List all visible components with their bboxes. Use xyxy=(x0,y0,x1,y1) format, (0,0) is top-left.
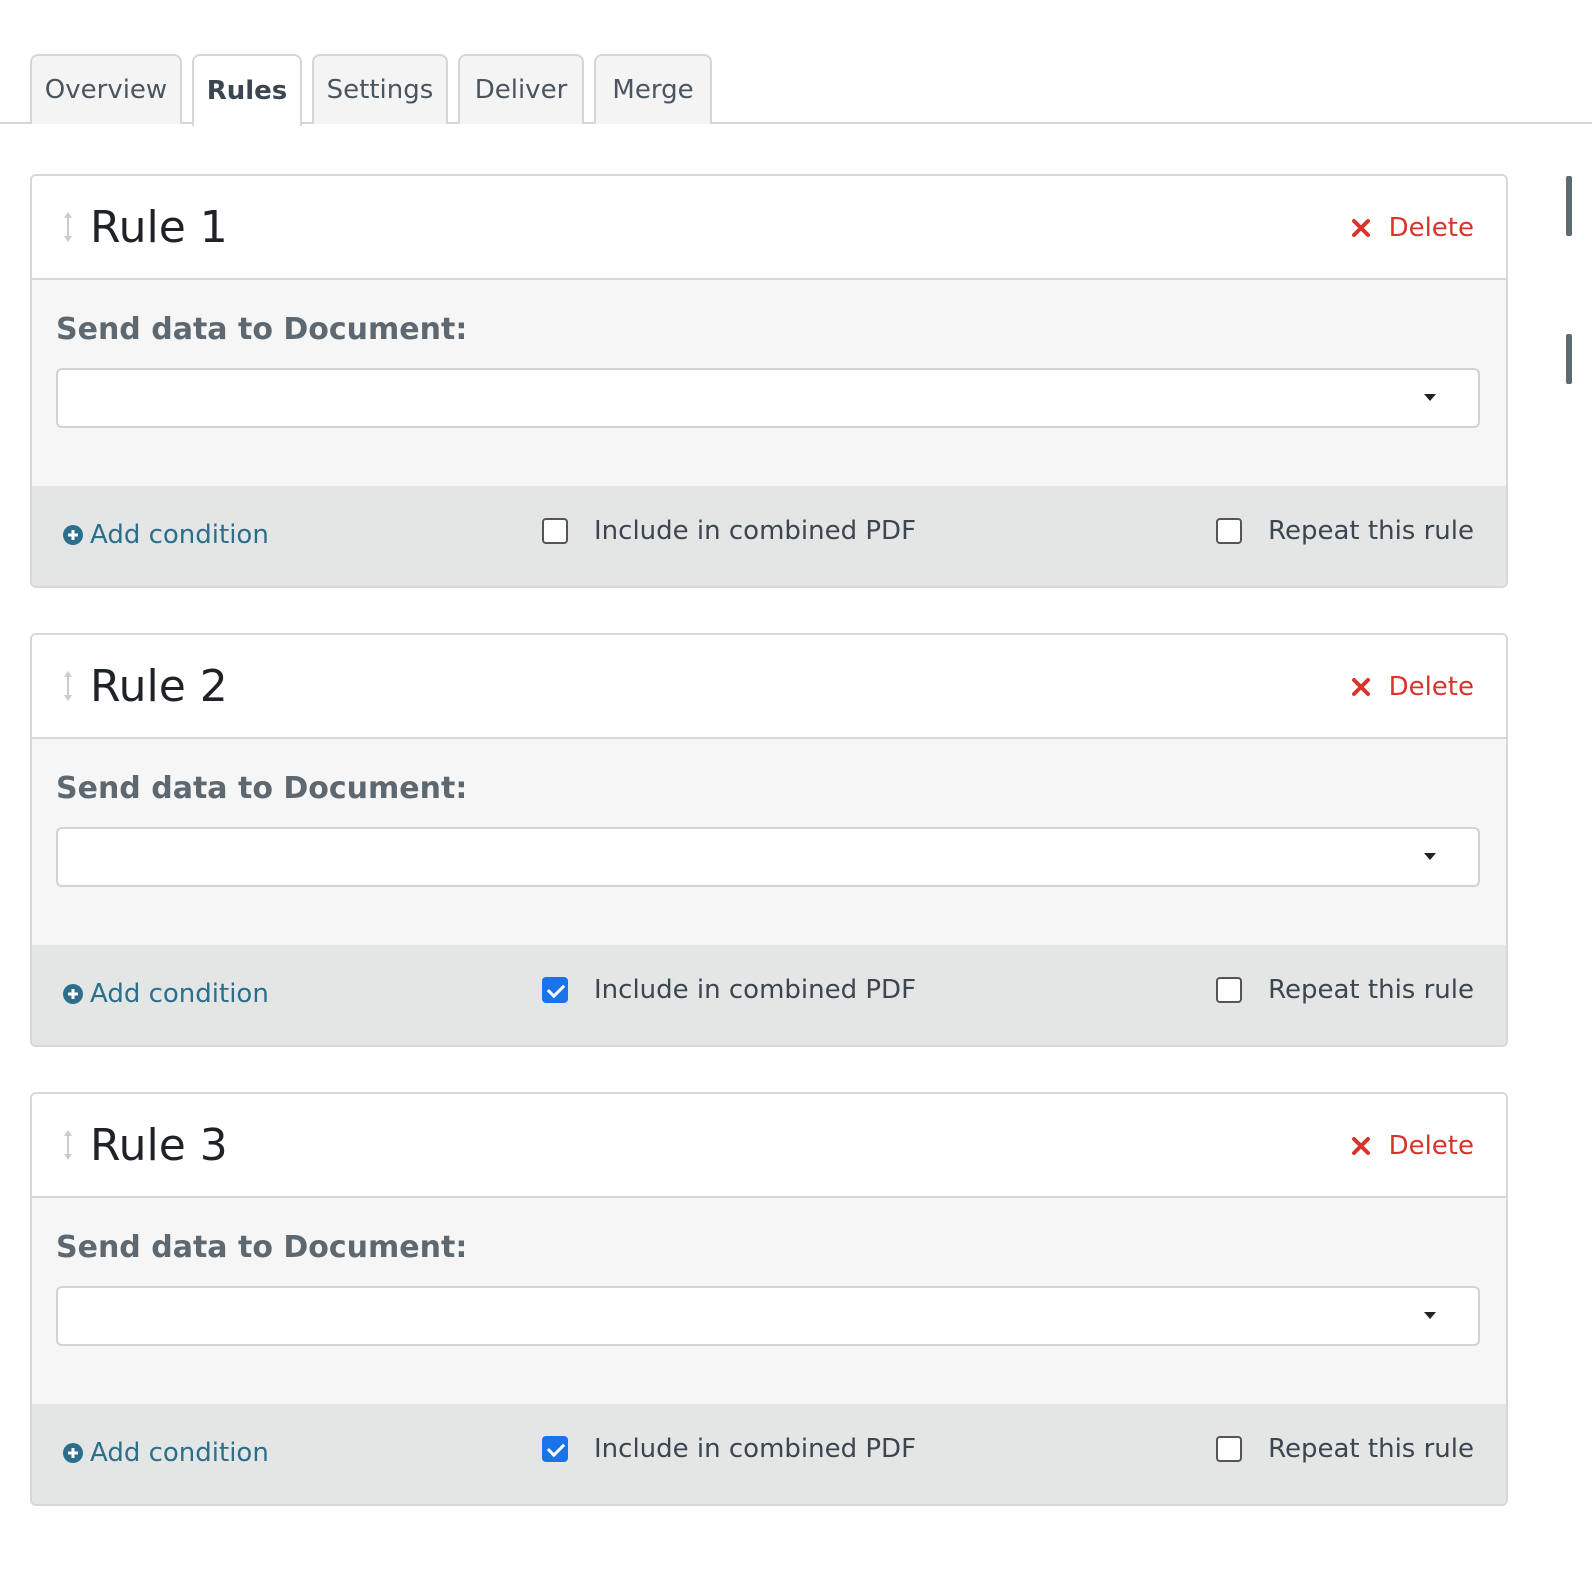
plus-circle-icon xyxy=(63,1443,83,1463)
document-field-label: Send data to Document: xyxy=(56,771,468,806)
include-pdf-label: Include in combined PDF xyxy=(594,1434,917,1464)
rule-header: Rule 2 Delete xyxy=(32,635,1506,739)
document-select[interactable] xyxy=(56,827,1480,887)
tab-rules[interactable]: Rules xyxy=(192,54,302,126)
rule-footer: Add condition Include in combined PDF Re… xyxy=(32,945,1506,1045)
tab-settings[interactable]: Settings xyxy=(312,54,448,124)
close-icon xyxy=(1351,1137,1370,1155)
include-pdf-checkbox[interactable] xyxy=(542,518,568,544)
rule-footer: Add condition Include in combined PDF Re… xyxy=(32,1404,1506,1504)
delete-label: Delete xyxy=(1388,672,1474,702)
repeat-rule-checkbox[interactable] xyxy=(1216,1436,1243,1462)
rule-card-2: Rule 2 Delete Send data to Document: Add… xyxy=(30,633,1508,1047)
rule-title: Rule 1 xyxy=(90,202,228,253)
drag-handle-icon[interactable] xyxy=(58,1128,78,1162)
add-condition-label: Add condition xyxy=(90,979,269,1009)
repeat-rule-checkbox[interactable] xyxy=(1216,518,1243,544)
rule-card-3: Rule 3 Delete Send data to Document: Add… xyxy=(30,1092,1508,1506)
document-field-label: Send data to Document: xyxy=(56,1230,468,1265)
delete-label: Delete xyxy=(1388,213,1474,243)
rule-body: Send data to Document: xyxy=(32,739,1506,945)
caret-down-icon xyxy=(1424,853,1436,860)
side-panel-fragment xyxy=(1566,176,1572,236)
tab-overview[interactable]: Overview xyxy=(30,54,182,124)
include-pdf-toggle[interactable]: Include in combined PDF xyxy=(542,975,916,1005)
tab-merge[interactable]: Merge xyxy=(594,54,712,124)
rule-title: Rule 2 xyxy=(90,661,228,712)
rule-footer: Add condition Include in combined PDF Re… xyxy=(32,486,1506,586)
document-select[interactable] xyxy=(56,1286,1480,1346)
delete-rule-button[interactable]: Delete xyxy=(1351,210,1474,246)
delete-label: Delete xyxy=(1388,1131,1474,1161)
include-pdf-toggle[interactable]: Include in combined PDF xyxy=(542,1434,916,1464)
include-pdf-toggle[interactable]: Include in combined PDF xyxy=(542,516,916,546)
rule-header: Rule 3 Delete xyxy=(32,1094,1506,1198)
close-icon xyxy=(1351,678,1370,696)
repeat-rule-label: Repeat this rule xyxy=(1268,516,1474,546)
delete-rule-button[interactable]: Delete xyxy=(1351,669,1474,705)
add-condition-label: Add condition xyxy=(90,520,269,550)
add-condition-button[interactable]: Add condition xyxy=(62,1438,269,1468)
repeat-rule-label: Repeat this rule xyxy=(1268,975,1474,1005)
document-field-label: Send data to Document: xyxy=(56,312,468,347)
rules-page: Overview Rules Settings Deliver Merge Ru… xyxy=(0,0,1592,1572)
include-pdf-checkbox[interactable] xyxy=(542,977,568,1003)
rule-card-1: Rule 1 Delete Send data to Document: Add… xyxy=(30,174,1508,588)
add-condition-button[interactable]: Add condition xyxy=(62,520,269,550)
rule-body: Send data to Document: xyxy=(32,1198,1506,1404)
caret-down-icon xyxy=(1424,394,1436,401)
close-icon xyxy=(1351,219,1370,237)
rule-body: Send data to Document: xyxy=(32,280,1506,486)
drag-handle-icon[interactable] xyxy=(58,210,78,244)
include-pdf-label: Include in combined PDF xyxy=(594,516,917,546)
delete-rule-button[interactable]: Delete xyxy=(1351,1128,1474,1164)
repeat-rule-toggle[interactable]: Repeat this rule xyxy=(1216,1434,1474,1464)
repeat-rule-toggle[interactable]: Repeat this rule xyxy=(1216,516,1474,546)
caret-down-icon xyxy=(1424,1312,1436,1319)
drag-handle-icon[interactable] xyxy=(58,669,78,703)
repeat-rule-checkbox[interactable] xyxy=(1216,977,1243,1003)
document-select[interactable] xyxy=(56,368,1480,428)
tab-bar: Overview Rules Settings Deliver Merge xyxy=(0,54,1592,126)
side-panel-fragment xyxy=(1566,334,1572,384)
plus-circle-icon xyxy=(63,525,83,545)
repeat-rule-toggle[interactable]: Repeat this rule xyxy=(1216,975,1474,1005)
tab-deliver[interactable]: Deliver xyxy=(458,54,584,124)
include-pdf-label: Include in combined PDF xyxy=(594,975,917,1005)
include-pdf-checkbox[interactable] xyxy=(542,1436,568,1462)
rule-header: Rule 1 Delete xyxy=(32,176,1506,280)
plus-circle-icon xyxy=(63,984,83,1004)
add-condition-label: Add condition xyxy=(90,1438,269,1468)
add-condition-button[interactable]: Add condition xyxy=(62,979,269,1009)
rule-title: Rule 3 xyxy=(90,1120,228,1171)
repeat-rule-label: Repeat this rule xyxy=(1268,1434,1474,1464)
